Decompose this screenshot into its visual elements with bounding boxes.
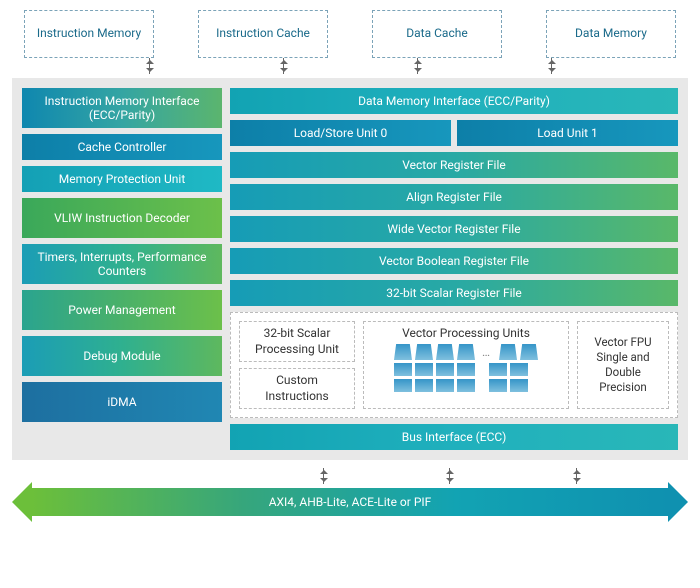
- bus-interface: Bus Interface (ECC): [230, 424, 678, 450]
- power-management: Power Management: [22, 290, 222, 330]
- bidir-arrow-icon: [551, 56, 552, 76]
- bus-protocol-label: AXI4, AHB-Lite, ACE-Lite or PIF: [32, 488, 668, 516]
- ext-data-cache: Data Cache: [372, 10, 502, 58]
- ext-instruction-cache: Instruction Cache: [198, 10, 328, 58]
- align-register-file: Align Register File: [230, 184, 678, 210]
- scalar-register-file: 32-bit Scalar Register File: [230, 280, 678, 306]
- timers-interrupts-counters: Timers, Interrupts, Performance Counters: [22, 244, 222, 284]
- ellipsis-icon: …: [478, 345, 496, 359]
- bidir-arrow-icon: [576, 466, 577, 486]
- debug-module: Debug Module: [22, 336, 222, 376]
- memory-protection-unit: Memory Protection Unit: [22, 166, 222, 192]
- bidir-arrow-icon: [323, 466, 324, 486]
- vpu-title: Vector Processing Units: [402, 326, 530, 340]
- arrow-right-icon: [668, 482, 688, 522]
- bidir-arrow-icon: [149, 56, 150, 76]
- load-unit-1: Load Unit 1: [457, 120, 678, 146]
- wide-vector-register-file: Wide Vector Register File: [230, 216, 678, 242]
- ext-data-memory: Data Memory: [546, 10, 676, 58]
- arrow-left-icon: [12, 482, 32, 522]
- scalar-processing-unit: 32-bit Scalar Processing Unit: [239, 321, 355, 362]
- bidir-arrow-icon: [417, 56, 418, 76]
- vector-register-file: Vector Register File: [230, 152, 678, 178]
- vector-processing-units: Vector Processing Units …: [363, 321, 569, 409]
- vector-fpu: Vector FPU Single and Double Precision: [577, 321, 669, 409]
- custom-instructions: Custom Instructions: [239, 368, 355, 409]
- idma: iDMA: [22, 382, 222, 422]
- load-store-unit-0: Load/Store Unit 0: [230, 120, 451, 146]
- bidir-arrow-icon: [283, 56, 284, 76]
- vliw-instruction-decoder: VLIW Instruction Decoder: [22, 198, 222, 238]
- vector-boolean-register-file: Vector Boolean Register File: [230, 248, 678, 274]
- bidir-arrow-icon: [449, 466, 450, 486]
- cache-controller: Cache Controller: [22, 134, 222, 160]
- data-memory-interface: Data Memory Interface (ECC/Parity): [230, 88, 678, 114]
- processing-units-area: 32-bit Scalar Processing Unit Custom Ins…: [230, 312, 678, 418]
- bus-protocol-arrow: AXI4, AHB-Lite, ACE-Lite or PIF: [12, 488, 688, 516]
- instruction-memory-interface: Instruction Memory Interface (ECC/Parity…: [22, 88, 222, 128]
- core-container: Instruction Memory Interface (ECC/Parity…: [12, 78, 688, 460]
- ext-instruction-memory: Instruction Memory: [24, 10, 154, 58]
